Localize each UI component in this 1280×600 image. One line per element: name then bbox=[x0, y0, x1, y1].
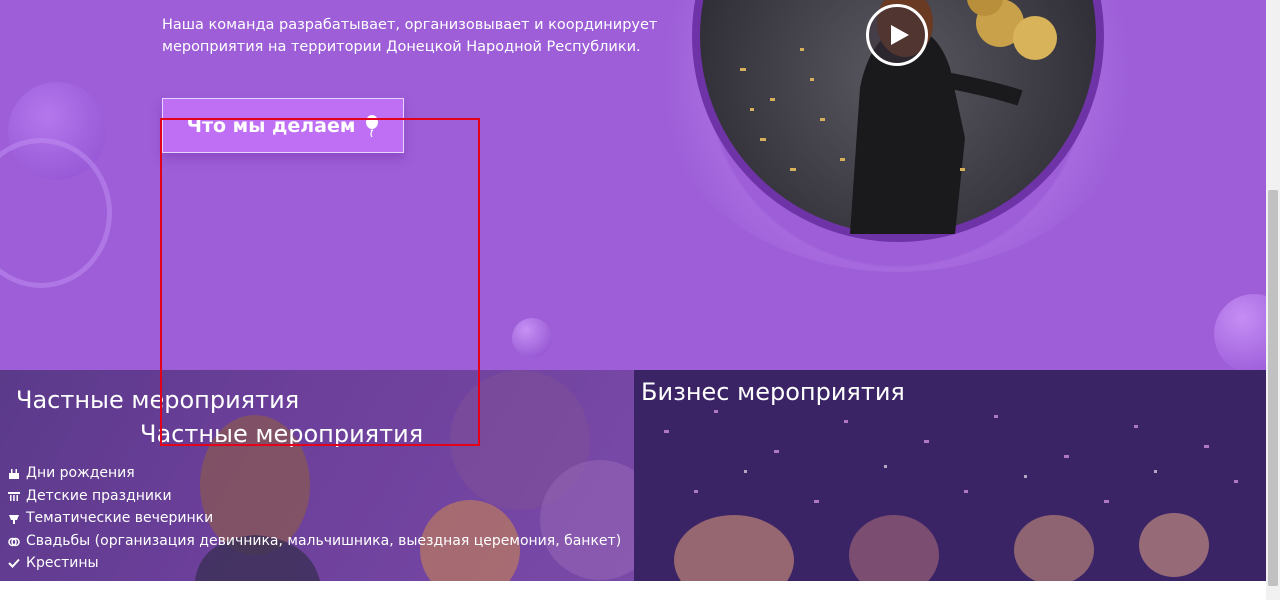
list-item-label: Крестины bbox=[26, 555, 99, 571]
cake-icon bbox=[9, 469, 19, 480]
intro-line: мероприятия на территории Донецкой Народ… bbox=[162, 39, 641, 55]
scrollbar-thumb[interactable] bbox=[1268, 190, 1278, 586]
hero-section: Наша команда разрабатывает, организовыва… bbox=[0, 0, 1266, 370]
what-we-do-button[interactable]: Что мы делаем bbox=[162, 98, 404, 153]
private-events-panel[interactable]: Частные мероприятия Частные мероприятия … bbox=[0, 370, 634, 581]
list-item-label: Дни рождения bbox=[26, 465, 135, 481]
decor-bubble bbox=[1214, 294, 1266, 370]
private-events-title: Частные мероприятия bbox=[16, 386, 300, 414]
play-icon bbox=[890, 25, 909, 45]
check-icon bbox=[8, 559, 20, 569]
private-events-list: Дни рождения Детские праздники Тематичес… bbox=[8, 462, 621, 575]
intro-text: Наша команда разрабатывает, организовыва… bbox=[162, 14, 682, 58]
list-item: Крестины bbox=[8, 552, 621, 575]
page-scrollbar[interactable] bbox=[1266, 0, 1280, 600]
party-icon bbox=[9, 515, 19, 525]
private-events-title-hover: Частные мероприятия bbox=[140, 420, 424, 448]
decor-bubble bbox=[512, 318, 552, 358]
birthday-candles-icon bbox=[8, 491, 20, 501]
list-item-label: Детские праздники bbox=[26, 487, 172, 504]
list-item: Детские праздники bbox=[8, 485, 621, 508]
what-we-do-label: Что мы делаем bbox=[186, 114, 356, 137]
list-item: Тематические вечеринки bbox=[8, 507, 621, 530]
balloon-icon bbox=[366, 114, 379, 137]
list-item: Свадьбы (организация девичника, мальчишн… bbox=[8, 530, 621, 553]
list-item-label: Тематические вечеринки bbox=[26, 510, 214, 526]
play-video-button[interactable] bbox=[866, 4, 928, 66]
list-item: Дни рождения bbox=[8, 462, 621, 485]
business-events-title: Бизнес мероприятия bbox=[641, 378, 905, 406]
rings-icon bbox=[8, 537, 20, 546]
business-events-panel[interactable]: Бизнес мероприятия bbox=[634, 370, 1266, 581]
intro-line: Наша команда разрабатывает, организовыва… bbox=[162, 17, 658, 33]
list-item-label: Свадьбы (организация девичника, мальчишн… bbox=[26, 532, 622, 549]
